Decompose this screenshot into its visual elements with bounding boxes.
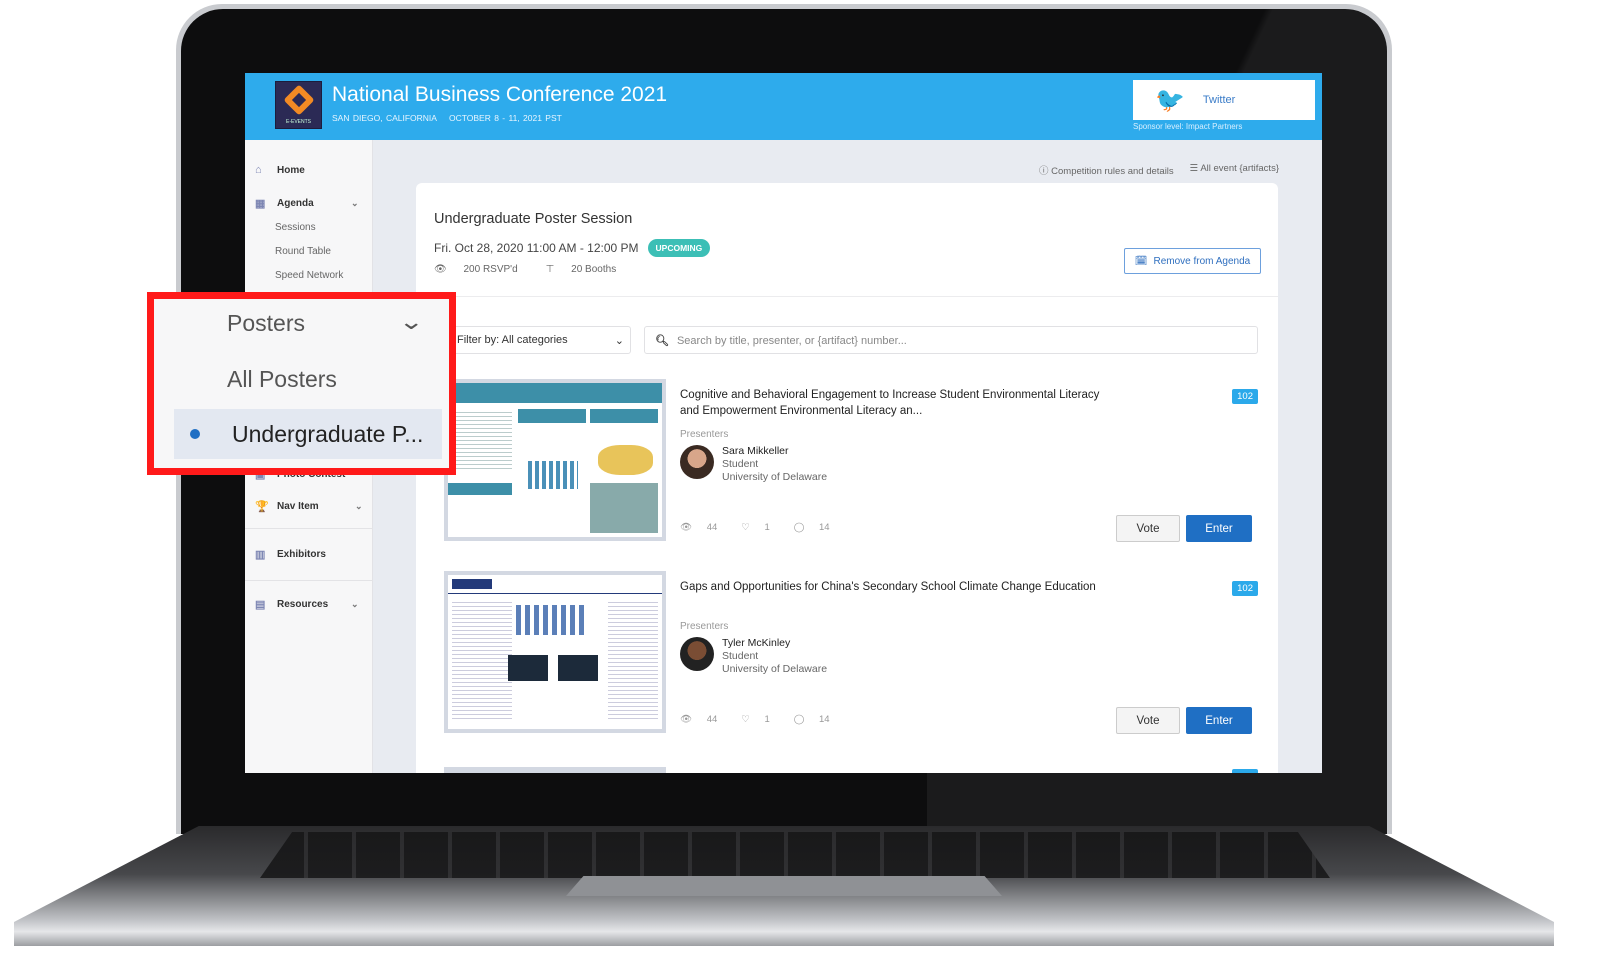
- selected-dot-icon: [190, 429, 200, 439]
- divider: [416, 296, 1278, 297]
- poster-number-badge: [1232, 769, 1258, 773]
- heart-icon: ♡: [741, 714, 753, 725]
- presenter-info: Tyler McKinley Student University of Delaw…: [722, 637, 827, 676]
- toolbox-icon: ▤: [255, 599, 266, 611]
- sidebar-item-agenda[interactable]: ▦ Agenda ⌄: [255, 197, 373, 210]
- chevron-down-icon: ⌄: [351, 198, 359, 208]
- sidebar-item-sessions[interactable]: Sessions: [275, 222, 316, 233]
- chevron-down-icon: ⌄: [351, 599, 359, 609]
- poster-stats: 👁 44 ♡ 1 ◯ 14: [680, 714, 830, 725]
- building-icon: ▥: [255, 549, 266, 561]
- presenter-name: Sara Mikkeller: [722, 445, 789, 457]
- sidebar-item-posters[interactable]: Posters: [227, 310, 305, 337]
- eye-icon: 👁: [680, 714, 695, 725]
- sidebar-item-round-table[interactable]: Round Table: [275, 246, 331, 257]
- poster-thumbnail[interactable]: [444, 767, 666, 773]
- list-icon: ☰: [1189, 163, 1201, 174]
- search-icon: 🔍︎: [655, 335, 669, 347]
- session-card: Undergraduate Poster Session Fri. Oct 28…: [416, 183, 1278, 773]
- sponsor-level: Sponsor level: Impact Partners: [1133, 122, 1243, 131]
- poster-thumbnail[interactable]: [444, 571, 666, 733]
- enter-button[interactable]: Enter: [1186, 515, 1252, 542]
- sidebar-item-undergraduate-posters[interactable]: Undergraduate P...: [174, 409, 442, 459]
- sidebar-item-home[interactable]: ⌂ Home: [255, 164, 305, 176]
- sidebar-item-all-posters[interactable]: All Posters: [227, 366, 337, 393]
- poster-list-item-partial: [444, 767, 1258, 773]
- header: E-EVENTS National Business Conference 20…: [245, 73, 1322, 140]
- search-input[interactable]: 🔍︎ Search by title, presenter, or {artifa…: [644, 326, 1258, 354]
- status-badge: UPCOMING: [647, 239, 711, 257]
- laptop-keyboard: [260, 832, 1330, 878]
- poster-number-badge: 102: [1232, 581, 1258, 596]
- session-title: Undergraduate Poster Session: [434, 211, 633, 227]
- event-subtitle: SAN DIEGO, CALIFORNIA OCTOBER 8 - 11, 202…: [332, 113, 574, 123]
- calendar-check-icon: 🗓: [1134, 255, 1148, 267]
- poster-stats: 👁 44 ♡ 1 ◯ 14: [680, 522, 830, 533]
- poster-list-item: Cognitive and Behavioral Engagement to I…: [444, 379, 1258, 542]
- poster-title[interactable]: Gaps and Opportunities for China's Secon…: [680, 579, 1100, 595]
- sidebar-item-exhibitors[interactable]: ▥ Exhibitors: [255, 548, 326, 561]
- presenters-label: Presenters: [680, 621, 729, 632]
- trophy-icon: 🏆: [255, 501, 269, 513]
- sidebar-item-resources[interactable]: ▤ Resources ⌄: [255, 598, 373, 611]
- presenters-label: Presenters: [680, 429, 729, 440]
- booth-icon: ⊤: [545, 264, 558, 275]
- chevron-down-icon: ⌄: [614, 335, 624, 347]
- avatar: [680, 445, 714, 479]
- twitter-bird-icon: 🐦: [1155, 86, 1185, 114]
- event-location: SAN DIEGO, CALIFORNIA: [332, 113, 437, 123]
- home-icon: ⌂: [255, 164, 262, 176]
- presenter-org: University of Delaware: [722, 663, 828, 675]
- poster-list-item: Gaps and Opportunities for China's Secon…: [444, 571, 1258, 734]
- event-dates: OCTOBER 8 - 11, 2021 PST: [448, 113, 562, 123]
- top-links: ⓘ Competition rules and details ☰ All ev…: [1039, 163, 1279, 177]
- rsvp-count: 👁 200 RSVP'd: [434, 264, 518, 275]
- presenter-org: University of Delaware: [722, 471, 828, 483]
- competition-rules-link[interactable]: ⓘ Competition rules and details: [1039, 163, 1174, 177]
- divider: [245, 580, 373, 581]
- divider: [245, 528, 373, 529]
- eye-icon: 👁: [434, 264, 450, 275]
- avatar: [680, 637, 714, 671]
- calendar-icon: ▦: [255, 198, 266, 210]
- presenter-name: Tyler McKinley: [722, 637, 791, 649]
- laptop-trackpad-edge: [566, 876, 1002, 896]
- comment-icon: ◯: [793, 522, 808, 533]
- session-time: Fri. Oct 28, 2020 11:00 AM - 12:00 PM UPC…: [434, 239, 711, 257]
- presenter-role: Student: [722, 458, 759, 470]
- event-title: National Business Conference 2021: [332, 83, 668, 106]
- booth-count: ⊤ 20 Booths: [545, 264, 617, 275]
- all-artifacts-link[interactable]: ☰ All event {artifacts}: [1190, 163, 1279, 177]
- sidebar-item-nav-item[interactable]: 🏆 Nav Item ⌄: [255, 500, 373, 513]
- poster-number-badge: 102: [1232, 389, 1258, 404]
- poster-thumbnail[interactable]: [444, 379, 666, 541]
- vote-button[interactable]: Vote: [1116, 707, 1180, 734]
- remove-from-agenda-button[interactable]: 🗓 Remove from Agenda: [1124, 248, 1261, 274]
- sidebar-item-speed-network[interactable]: Speed Network: [275, 270, 343, 281]
- poster-title[interactable]: Cognitive and Behavioral Engagement to I…: [680, 387, 1100, 419]
- enter-button[interactable]: Enter: [1186, 707, 1252, 734]
- zoom-callout: Posters ⌄ All Posters Undergraduate P...: [147, 292, 456, 475]
- sponsor-label: Twitter: [1202, 94, 1236, 106]
- vote-button[interactable]: Vote: [1116, 515, 1180, 542]
- chevron-down-icon: ⌄: [355, 501, 363, 511]
- presenter-info: Sara Mikkeller Student University of Delaw…: [722, 445, 827, 484]
- comment-icon: ◯: [793, 714, 808, 725]
- sponsor-twitter-button[interactable]: 🐦 Twitter: [1133, 80, 1315, 120]
- chevron-down-icon: ⌄: [398, 309, 425, 334]
- eye-icon: 👁: [680, 522, 695, 533]
- category-filter-select[interactable]: Filter by: All categories ⌄: [450, 326, 631, 354]
- heart-icon: ♡: [741, 522, 753, 533]
- info-icon: ⓘ: [1039, 166, 1052, 177]
- presenter-role: Student: [722, 650, 759, 662]
- event-logo[interactable]: E-EVENTS: [275, 81, 322, 129]
- session-meta: 👁 200 RSVP'd ⊤ 20 Booths: [434, 264, 644, 275]
